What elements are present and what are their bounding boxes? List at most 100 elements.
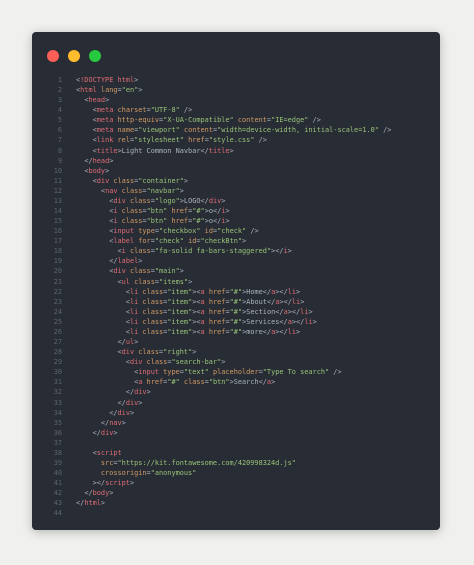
code-token: class [129, 277, 155, 286]
code-token: > [134, 76, 139, 84]
code-token: for [134, 237, 151, 246]
code-token: nav [105, 186, 118, 195]
code-token: "#" [167, 378, 180, 387]
code-line: 44 [40, 508, 436, 518]
code-line: 10 <body> [40, 166, 436, 176]
code-token: "Type To search" [262, 368, 330, 377]
code-token: "#" [229, 287, 243, 296]
code-token: > [225, 207, 230, 216]
line-text: <script [76, 448, 436, 458]
line-text: </div> [76, 428, 436, 438]
line-number: 1 [57, 76, 62, 84]
code-line: 22 <li class="item"><a href="#">Home</a>… [40, 287, 436, 297]
code-token: href [204, 297, 226, 306]
code-token: class [138, 327, 164, 336]
code-token: div [134, 388, 147, 397]
line-text: src="https://kit.fontawesome.com/4209983… [76, 458, 436, 468]
line-text: </div> [76, 408, 436, 418]
code-token: ></ [287, 307, 301, 316]
line-text: <link rel="stylesheet" href="style.css" … [76, 135, 436, 145]
line-text: ></script> [76, 478, 436, 488]
line-text: <i class="fa-solid fa-bars-staggered"></… [76, 246, 436, 256]
code-token: > [312, 317, 317, 326]
line-text: <nav class="navbar"> [76, 186, 436, 196]
code-token: li [287, 327, 297, 336]
code-token: div [121, 348, 135, 357]
line-number: 43 [53, 499, 62, 508]
code-token: ></ [92, 479, 106, 488]
code-token: >Light Common Navbar</ [117, 146, 209, 155]
code-token: "logo" [154, 196, 180, 205]
code-token: > [138, 257, 143, 266]
code-line: 33 </div> [40, 398, 436, 408]
line-text: <div class="logo">LOGO</div> [76, 196, 436, 206]
line-number: 32 [53, 388, 62, 397]
code-line: 37 [40, 438, 436, 448]
code-token: "anonymous" [150, 469, 197, 478]
code-token: "item" [167, 317, 193, 326]
code-line: 31 <a href="#" class="btn">Search</a> [40, 377, 436, 387]
line-text: <div class="main"> [76, 266, 436, 276]
minimize-dot-icon[interactable] [68, 50, 80, 62]
code-token: "width=device-width, initial-scale=1.0" [217, 126, 379, 135]
code-token: </ [84, 489, 93, 498]
line-number: 20 [53, 267, 62, 276]
code-token: >LOGO</ [179, 196, 209, 205]
code-token: > [179, 267, 184, 276]
code-token: label [117, 257, 139, 266]
code-line: 1 <!DOCTYPE html> [40, 75, 436, 85]
code-token: body [92, 489, 110, 498]
code-token: </ [84, 156, 93, 165]
code-token: "fa-solid fa-bars-staggered" [154, 247, 272, 256]
code-line: 43 </html> [40, 498, 436, 508]
code-token: "navbar" [146, 186, 180, 195]
line-text: <!DOCTYPE html> [76, 75, 436, 85]
line-number: 6 [57, 126, 62, 135]
line-text: <div class="search-bar"> [76, 357, 436, 367]
code-line: 36 </div> [40, 428, 436, 438]
code-token: "viewport" [138, 126, 180, 135]
line-number: 11 [53, 176, 62, 185]
line-number: 28 [53, 348, 62, 357]
code-token: label [113, 237, 135, 246]
line-number: 21 [53, 277, 62, 286]
code-token: href [204, 287, 226, 296]
code-token: >Section</ [242, 307, 284, 316]
line-number: 26 [53, 327, 62, 336]
maximize-dot-icon[interactable] [89, 50, 101, 62]
line-number: 17 [53, 237, 62, 246]
line-text: <li class="item"><a href="#">Home</a></l… [76, 287, 436, 297]
line-number: 27 [53, 338, 62, 347]
code-line: 26 <li class="item"><a href="#">more</a>… [40, 327, 436, 337]
code-token: src [100, 458, 114, 467]
line-text: <input type="text" placeholder="Type To … [76, 367, 436, 377]
code-token: class [125, 267, 151, 276]
code-token: html [80, 86, 97, 95]
line-text: <input type="checkbox" id="check" /> [76, 226, 436, 236]
code-token: ></ [271, 247, 284, 256]
line-text: </body> [76, 488, 436, 498]
code-line: 40 crossorigin="anonymous" [40, 468, 436, 478]
line-text: </ul> [76, 337, 436, 347]
line-text [76, 508, 436, 518]
code-token: > [138, 86, 143, 95]
code-token: "#" [229, 317, 243, 326]
code-token: href [183, 136, 205, 145]
code-token: content [179, 126, 213, 135]
code-line: 3 <head> [40, 95, 436, 105]
code-token: >< [192, 317, 201, 326]
close-dot-icon[interactable] [47, 50, 59, 62]
line-number: 10 [53, 166, 62, 175]
line-text: <i class="btn" href="#">o</i> [76, 216, 436, 226]
code-token: /> [308, 116, 321, 125]
code-token: input [113, 227, 135, 236]
code-token: class [125, 196, 151, 205]
code-token: > [183, 176, 189, 185]
code-token: script [96, 448, 122, 457]
line-number: 9 [57, 156, 62, 165]
code-token: /> [378, 126, 392, 135]
code-line: 19 </label> [40, 256, 436, 266]
line-number: 2 [57, 86, 62, 95]
code-line: 2 <html lang="en"> [40, 85, 436, 95]
code-token: > [105, 96, 110, 105]
